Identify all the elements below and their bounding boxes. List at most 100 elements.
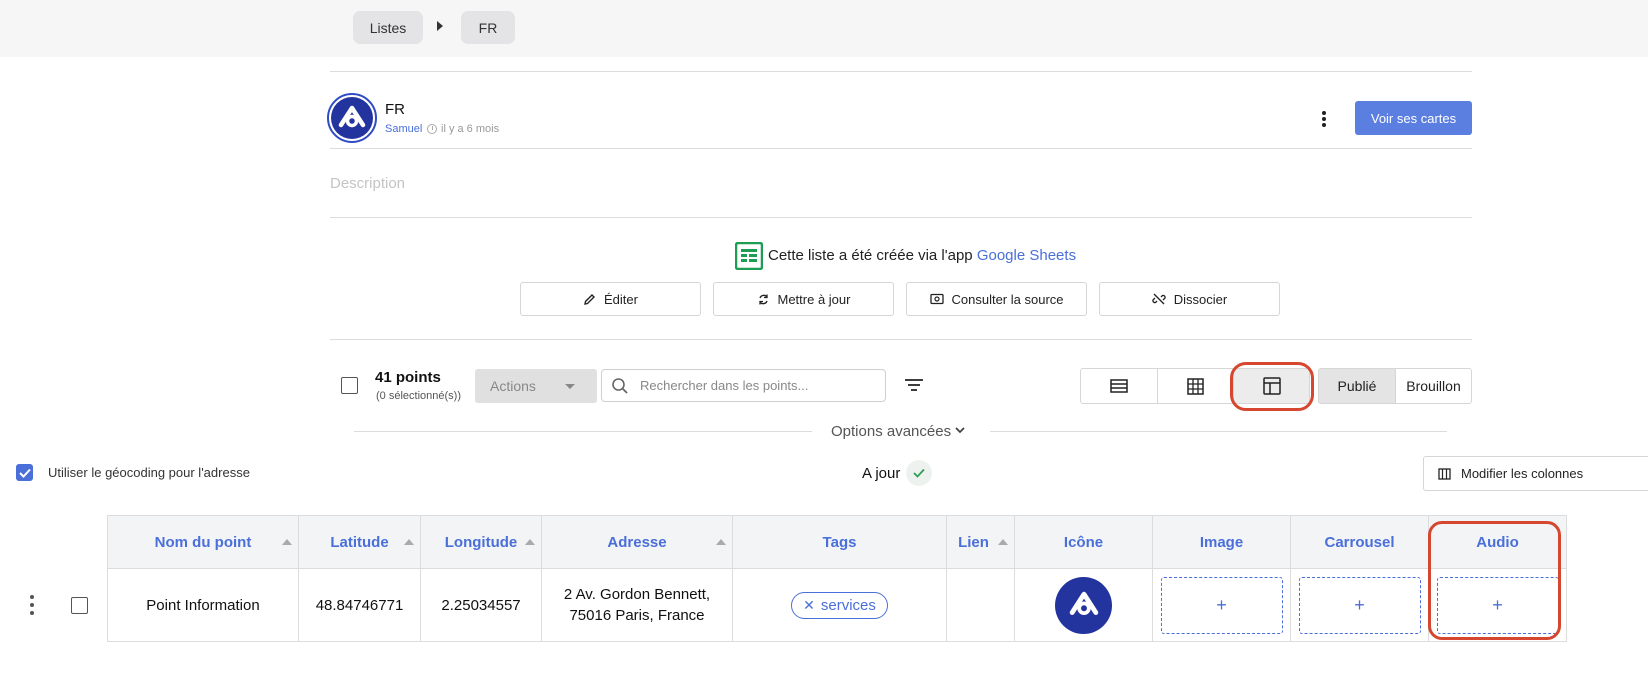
cell-name[interactable]: Point Information: [107, 568, 299, 642]
table-header-row: Nom du point Latitude Longitude Adresse …: [107, 515, 1567, 569]
update-button[interactable]: Mettre à jour: [713, 282, 894, 316]
modify-columns-label: Modifier les colonnes: [1461, 466, 1584, 481]
modify-columns-button[interactable]: Modifier les colonnes: [1423, 456, 1648, 491]
sort-icon[interactable]: [525, 539, 535, 545]
breadcrumb-fr[interactable]: FR: [461, 11, 515, 44]
dissociate-button[interactable]: Dissocier: [1099, 282, 1280, 316]
description-field[interactable]: Description: [330, 175, 405, 192]
sort-icon[interactable]: [904, 377, 924, 393]
tag-label: services: [820, 596, 876, 614]
add-image-button[interactable]: +: [1160, 576, 1283, 634]
chevron-down-icon: [565, 384, 575, 389]
column-header-carousel[interactable]: Carrousel: [1290, 515, 1429, 569]
dissociate-label: Dissocier: [1173, 291, 1228, 307]
search-box[interactable]: [601, 369, 886, 402]
breadcrumb-listes[interactable]: Listes: [353, 11, 423, 44]
sort-icon[interactable]: [716, 539, 726, 545]
pencil-icon: [584, 293, 596, 305]
list-avatar: [327, 93, 377, 143]
breadcrumb-separator-icon: [437, 21, 443, 31]
edit-label: Éditer: [604, 291, 638, 307]
search-icon: [612, 378, 628, 394]
table-row: Point Information 48.84746771 2.25034557…: [107, 568, 1567, 642]
grid-view-icon: [1187, 377, 1204, 395]
cell-address[interactable]: 2 Av. Gordon Bennett, 75016 Paris, France: [541, 568, 733, 642]
cell-carousel: +: [1290, 568, 1429, 642]
tag-chip[interactable]: ✕ services: [791, 591, 888, 619]
brand-logo-icon: [338, 105, 366, 128]
sort-icon[interactable]: [282, 539, 292, 545]
divider: [330, 148, 1472, 149]
status-published-button[interactable]: Publié: [1318, 368, 1396, 404]
row-menu-icon[interactable]: [30, 595, 36, 615]
divider: [990, 431, 1447, 432]
columns-icon: [1438, 467, 1451, 480]
check-icon: [18, 468, 31, 478]
cell-tags: ✕ services: [732, 568, 947, 642]
view-maps-button[interactable]: Voir ses cartes: [1355, 101, 1472, 135]
cell-icon[interactable]: [1014, 568, 1153, 642]
sync-check-icon: [906, 460, 932, 486]
grid-view-button[interactable]: [1157, 368, 1234, 404]
sort-icon[interactable]: [998, 539, 1008, 545]
column-header-image[interactable]: Image: [1152, 515, 1291, 569]
status-draft-button[interactable]: Brouillon: [1395, 368, 1472, 404]
eye-icon: [929, 293, 944, 305]
brand-logo-icon: [1069, 591, 1098, 615]
sort-icon[interactable]: [404, 539, 414, 545]
column-header-address[interactable]: Adresse: [541, 515, 733, 569]
points-count: 41 points: [375, 369, 441, 386]
cell-latitude[interactable]: 48.84746771: [298, 568, 421, 642]
author-link[interactable]: Samuel: [385, 123, 422, 135]
chevron-down-icon[interactable]: [954, 424, 966, 436]
highlight-marker: [1230, 362, 1314, 411]
search-input[interactable]: [640, 378, 870, 393]
column-header-name[interactable]: Nom du point: [107, 515, 299, 569]
cell-longitude[interactable]: 2.25034557: [420, 568, 542, 642]
divider: [354, 431, 812, 432]
geocoding-label: Utiliser le géocoding pour l'adresse: [48, 465, 250, 480]
sync-status: A jour: [862, 465, 901, 482]
column-header-link[interactable]: Lien: [946, 515, 1015, 569]
column-header-icon[interactable]: Icône: [1014, 515, 1153, 569]
add-carousel-button[interactable]: +: [1298, 576, 1421, 634]
column-header-latitude[interactable]: Latitude: [298, 515, 421, 569]
edit-button[interactable]: Éditer: [520, 282, 701, 316]
actions-dropdown[interactable]: Actions: [475, 369, 597, 403]
top-bar: Listes FR: [0, 0, 1648, 57]
refresh-icon: [758, 294, 768, 304]
cell-image: +: [1152, 568, 1291, 642]
selected-count: (0 sélectionné(s)): [376, 390, 461, 402]
actions-label: Actions: [490, 378, 536, 394]
geocoding-checkbox[interactable]: [16, 464, 33, 481]
view-source-button[interactable]: Consulter la source: [906, 282, 1087, 316]
highlight-marker: [1428, 521, 1561, 640]
column-header-longitude[interactable]: Longitude: [420, 515, 542, 569]
list-title: FR: [385, 101, 405, 118]
cell-link[interactable]: [946, 568, 1015, 642]
source-info: Cette liste a été créée via l'app Google…: [768, 247, 1076, 264]
divider: [330, 339, 1472, 340]
address-line-2: 75016 Paris, France: [569, 607, 705, 624]
more-options-icon[interactable]: [1316, 108, 1332, 130]
advanced-options-toggle[interactable]: Options avancées: [831, 423, 951, 440]
unlink-icon: [1152, 293, 1166, 305]
row-checkbox[interactable]: [71, 597, 88, 614]
points-table: Nom du point Latitude Longitude Adresse …: [107, 515, 1648, 678]
point-icon[interactable]: [1055, 576, 1112, 634]
view-source-label: Consulter la source: [951, 291, 1064, 307]
time-ago: il y a 6 mois: [441, 123, 500, 135]
address-line-1: 2 Av. Gordon Bennett,: [563, 586, 711, 603]
column-header-tags[interactable]: Tags: [732, 515, 947, 569]
list-view-icon: [1110, 379, 1128, 393]
clock-icon: [427, 124, 437, 134]
list-view-button[interactable]: [1080, 368, 1158, 404]
google-sheets-icon: [735, 242, 763, 270]
source-app-link[interactable]: Google Sheets: [977, 247, 1076, 264]
divider: [330, 217, 1472, 218]
select-all-checkbox[interactable]: [341, 377, 358, 394]
source-text: Cette liste a été créée via l'app: [768, 247, 977, 264]
divider: [330, 71, 1472, 72]
update-label: Mettre à jour: [777, 291, 851, 307]
close-icon[interactable]: ✕: [803, 597, 815, 614]
